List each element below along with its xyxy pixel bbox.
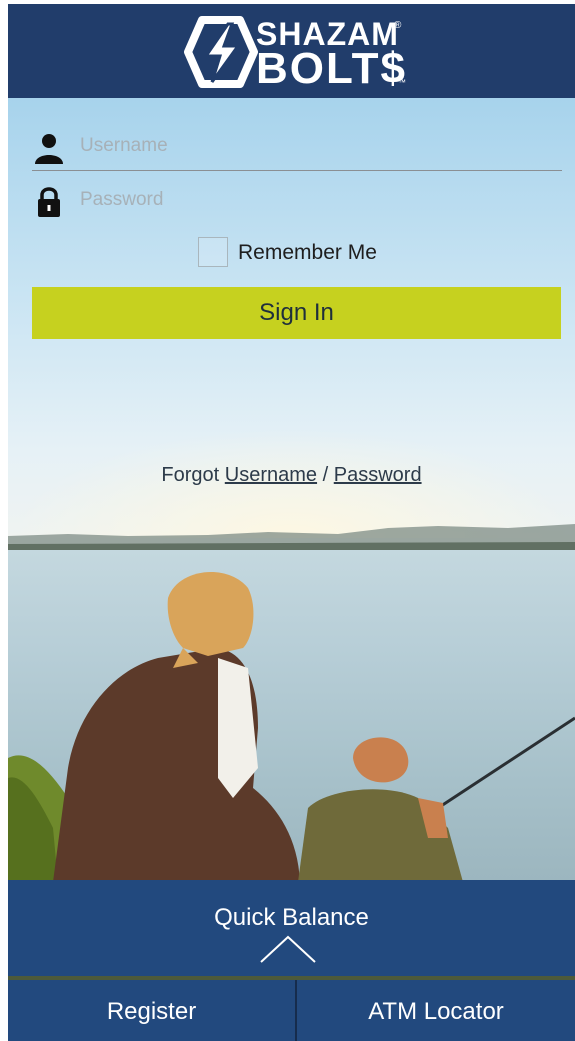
sign-in-button[interactable]: Sign In	[32, 287, 561, 339]
mother-and-son-fishing	[53, 571, 575, 882]
forgot-prefix: Forgot	[161, 464, 220, 486]
quick-balance-drawer[interactable]: Quick Balance	[8, 880, 575, 976]
quick-balance-label: Quick Balance	[214, 904, 369, 931]
bolt-logo-icon	[184, 16, 258, 88]
forgot-password-link[interactable]: Password	[334, 464, 422, 486]
forgot-credentials: Forgot Username / Password	[8, 464, 575, 487]
app-header: SHAZAM ® BOLT$ ™	[8, 4, 575, 98]
password-row	[32, 178, 562, 224]
user-icon	[35, 134, 63, 164]
remember-me-label: Remember Me	[238, 241, 377, 264]
lock-icon	[38, 187, 60, 217]
register-tab[interactable]: Register	[8, 980, 295, 1041]
password-input[interactable]	[80, 184, 550, 216]
forgot-separator: /	[322, 464, 329, 486]
remember-me-checkbox[interactable]	[198, 237, 228, 267]
shazam-bolts-logo: SHAZAM ® BOLT$ ™	[184, 14, 414, 93]
username-input[interactable]	[80, 130, 550, 162]
remember-me-control[interactable]: Remember Me	[198, 237, 418, 271]
logo-registered-mark: ®	[394, 20, 402, 31]
logo-wordmark-bolts: BOLT$	[256, 44, 407, 93]
atm-locator-tab[interactable]: ATM Locator	[297, 980, 575, 1041]
username-row	[32, 124, 562, 171]
logo-trademark: ™	[398, 78, 406, 87]
forgot-username-link[interactable]: Username	[225, 464, 317, 486]
bottom-nav: Register ATM Locator	[8, 980, 575, 1041]
chevron-up-icon[interactable]	[259, 934, 317, 964]
app-screen: SHAZAM ® BOLT$ ™ Username Remember Me Si…	[8, 4, 575, 1041]
